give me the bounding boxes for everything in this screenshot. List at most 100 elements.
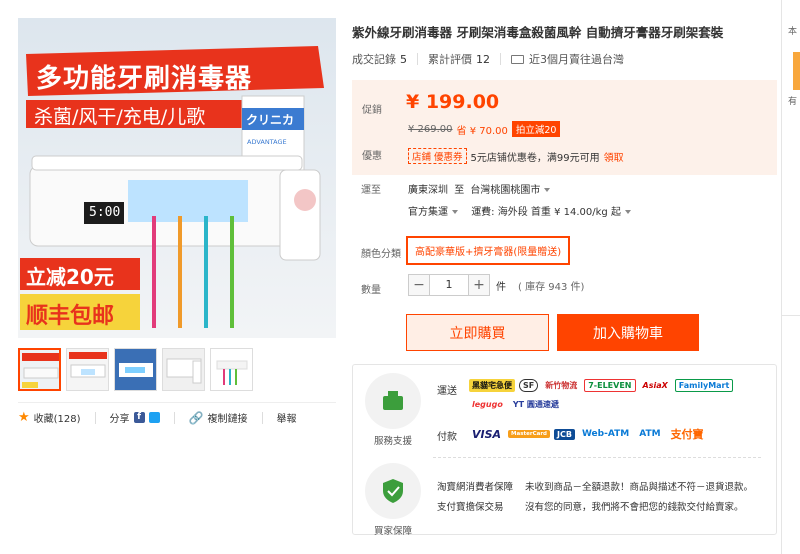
chevron-down-icon (452, 210, 458, 214)
price-panel: 促銷 ¥ 199.00 ¥ 269.00 省 ¥ 70.00 拍立減20 優惠 … (352, 80, 777, 175)
quantity-stepper: − 1 + 件 ( 庫存 943 件) (408, 274, 584, 296)
shipping-label: 運至 (361, 185, 381, 196)
ship-fee: 運費: 海外段 首重 ¥ 14.00/kg 起 (471, 207, 621, 218)
carrier-logo: SF (519, 379, 539, 392)
star-icon: ★ (18, 410, 30, 425)
image-headline: 多功能牙刷消毒器 (36, 64, 253, 94)
separator (500, 53, 501, 65)
sales-value: 5 (400, 52, 407, 66)
thumbnail-4[interactable] (162, 348, 205, 391)
share-group: 分享 f (110, 410, 160, 425)
sales-label: 成交記錄 (352, 53, 396, 66)
truck-icon (511, 54, 524, 64)
carrier-logo: YT 圓通速遞 (512, 400, 559, 409)
service-panel: 服務支援 運送 黑貓宅急便 SF 新竹物流 7-ELEVEN AsiaX Fam… (352, 364, 777, 537)
discount-badge: 拍立減20 (511, 121, 561, 137)
shipping-route: 廣東深圳 至 台灣桃園桃園市 (408, 181, 551, 196)
carrier-logo: AsiaX (642, 381, 668, 390)
thumbnail-strip (18, 348, 253, 391)
guarantee2-title: 支付寶擔保交易 (437, 502, 504, 513)
side-panel-highlight (793, 52, 800, 90)
ship-to-select[interactable]: 台灣桃園桃園市 (470, 185, 551, 196)
quantity-input[interactable]: 1 (430, 274, 468, 296)
thumbnail-2[interactable] (66, 348, 109, 391)
coupon-text: 5元店铺优惠卷，满99元可用 (470, 152, 600, 164)
increment-button[interactable]: + (468, 274, 490, 296)
guarantee1-text: 未收到商品－全額退款！商品與描述不符－退貨退款。 (525, 482, 754, 493)
main-product-image[interactable]: 多功能牙刷消毒器 杀菌/风干/充电/儿歌 クリニカ ADVANTAGE 5:00… (18, 18, 336, 338)
link-icon: 🔗 (188, 410, 204, 425)
copy-link-button[interactable]: 🔗 複制鏈接 (188, 410, 248, 426)
original-price-row: ¥ 269.00 省 ¥ 70.00 拍立減20 (408, 121, 561, 137)
carrier-logo: legugo (472, 400, 503, 409)
payment-logo: 支付寶 (670, 428, 704, 441)
service-support: 服務支援 (365, 373, 421, 447)
ship-method: 官方集運 (408, 207, 448, 218)
product-title: 紫外線牙刷消毒器 牙刷架消毒盒殺菌風幹 自動擠牙膏器牙刷架套裝 (352, 25, 724, 40)
shipping-method-row: 官方集運 運費: 海外段 首重 ¥ 14.00/kg 起 (408, 203, 631, 218)
color-option-selected[interactable]: 高配豪華版+擠牙膏器(限量贈送) (406, 236, 571, 265)
buyer-protection: 買家保障 (365, 463, 421, 537)
image-toothpaste-sub: ADVANTAGE (247, 138, 287, 146)
carrier-logos: 黑貓宅急便 SF 新竹物流 7-ELEVEN AsiaX FamilyMart … (469, 379, 769, 411)
separator (417, 53, 418, 65)
quantity-unit: 件 (496, 281, 506, 293)
color-label: 顏色分類 (361, 249, 401, 260)
thumbnail-1[interactable] (18, 348, 61, 391)
payment-logo: Web-ATM (581, 429, 630, 439)
side-panel-sub-label: 有 (788, 97, 798, 107)
decrement-button[interactable]: − (408, 274, 430, 296)
buyer-protection-caption: 買家保障 (373, 526, 412, 537)
ship-fee-select[interactable]: 運費: 海外段 首重 ¥ 14.00/kg 起 (471, 207, 631, 218)
payment-label: 付款 (437, 432, 457, 443)
promo-label: 促銷 (362, 105, 382, 116)
thumbnail-5[interactable] (210, 348, 253, 391)
guarantee2-text: 沒有您的同意，我們將不會把您的錢款交付給賣家。 (525, 502, 744, 513)
carrier-logo: 7-ELEVEN (584, 379, 636, 392)
ship-to-word: 至 (454, 185, 465, 196)
guarantee1-title: 淘寶網消費者保障 (437, 482, 514, 493)
ship-carriers-label: 運送 (437, 386, 457, 397)
quantity-label: 數量 (361, 285, 381, 296)
add-to-cart-button[interactable]: 加入購物車 (557, 314, 699, 351)
stock-info: ( 庫存 943 件) (518, 281, 585, 293)
thumbnail-3[interactable] (114, 348, 157, 391)
shield-icon (383, 479, 403, 503)
image-promo-discount: 立减20元 (26, 265, 114, 289)
payment-logos: VISA MasterCard JCB Web-ATM ATM 支付寶 (469, 425, 707, 443)
image-display-time: 5:00 (89, 205, 121, 220)
payment-logo: MasterCard (508, 430, 550, 438)
product-actions: ★ 收藏(128) 分享 f 🔗 複制鏈接 舉報 (18, 410, 336, 425)
separator (173, 411, 175, 424)
side-panel: 本 有 (781, 0, 800, 554)
coupon-tag: 店鋪 優惠券 (408, 148, 467, 164)
claim-coupon-link[interactable]: 領取 (604, 149, 624, 164)
service-divider (433, 457, 761, 458)
copy-link-label: 複制鏈接 (207, 414, 248, 425)
carrier-logo: 黑貓宅急便 (469, 379, 515, 392)
payment-logo: VISA (472, 427, 502, 441)
separator (261, 411, 263, 424)
image-promo-shipping: 顺丰包邮 (26, 304, 115, 329)
ship-from: 廣東深圳 (408, 185, 448, 196)
side-panel-top (782, 0, 800, 316)
carrier-logo: FamilyMart (674, 379, 734, 392)
separator (94, 411, 96, 424)
reviews-value: 12 (476, 52, 490, 66)
coupon-row: 店鋪 優惠券 5元店铺优惠卷，满99元可用 領取 (408, 148, 624, 164)
payment-logo: ATM (639, 429, 661, 439)
chevron-down-icon (624, 210, 631, 214)
coupon-label: 優惠 (362, 151, 382, 162)
ship-method-select[interactable]: 官方集運 (408, 207, 461, 218)
favorite-button[interactable]: ★ 收藏(128) (18, 410, 81, 425)
side-panel-label: 本 (788, 27, 798, 37)
original-price: ¥ 269.00 (408, 123, 453, 135)
buy-now-button[interactable]: 立即購買 (406, 314, 549, 351)
report-button[interactable]: 舉報 (277, 410, 297, 425)
facebook-icon[interactable]: f (133, 412, 145, 423)
ship-to: 台灣桃園桃園市 (470, 185, 541, 196)
service-support-icon (383, 391, 403, 410)
reviews-label: 累計評價 (428, 53, 472, 66)
buyer-protection-circle (365, 463, 421, 519)
twitter-icon[interactable] (148, 412, 160, 423)
